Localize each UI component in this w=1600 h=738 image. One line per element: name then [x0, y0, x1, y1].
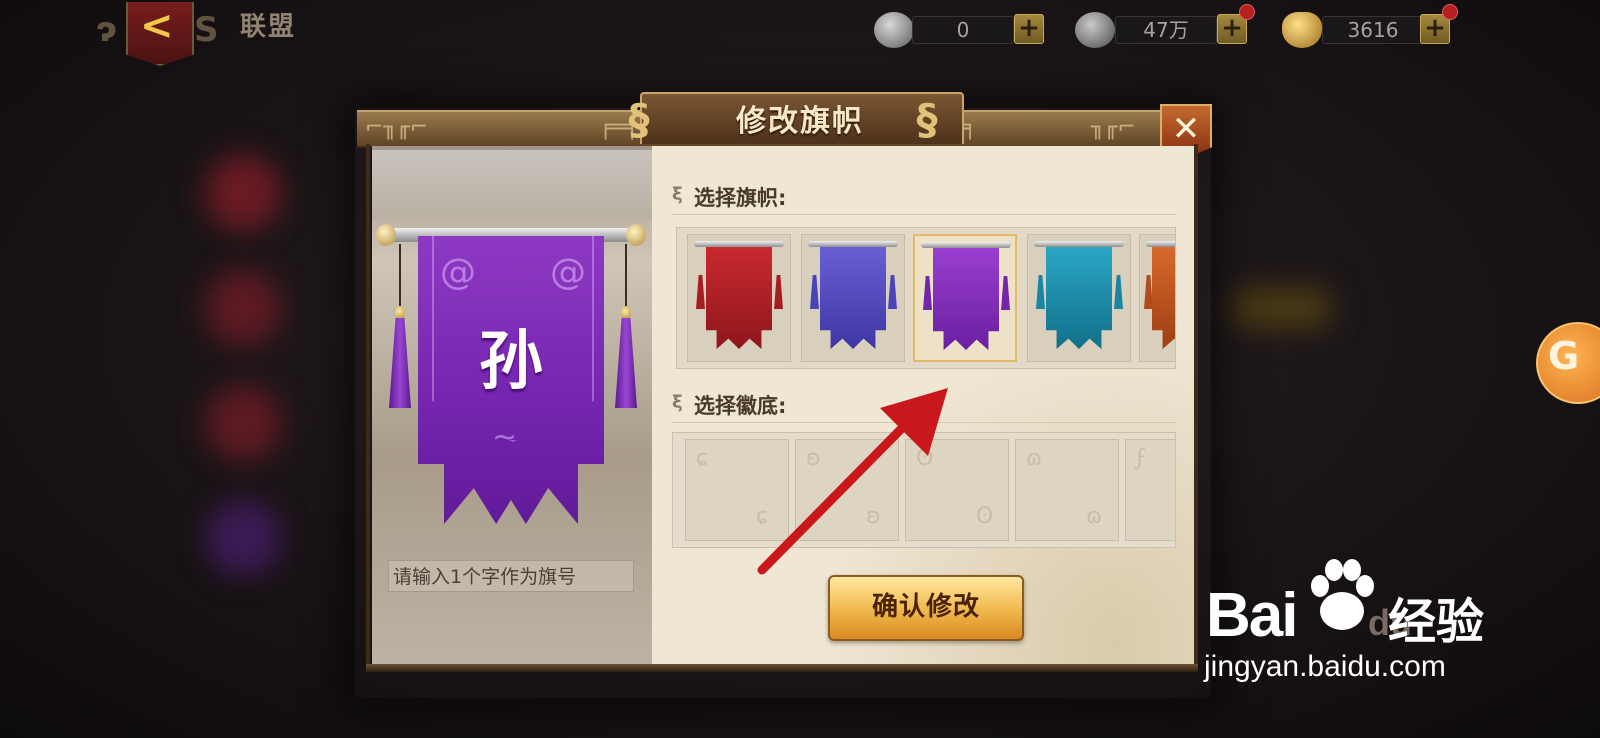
- flag-swatch: [1152, 245, 1175, 349]
- resource-gold: 3616 +: [1282, 4, 1462, 48]
- pole-knob: [626, 224, 646, 246]
- emblem-ornament-icon: ɷ: [1086, 504, 1103, 529]
- scroll-ornament-icon: S: [194, 10, 219, 50]
- gold-ingot-icon: [1282, 12, 1322, 48]
- flag-tassel: [1036, 275, 1045, 309]
- section-swirl-icon: ξ: [672, 392, 683, 413]
- section-swirl-icon: ξ: [672, 184, 683, 205]
- meander-ornament-icon: ╖╓⌐: [1091, 115, 1136, 140]
- blurred-list-icon: [205, 385, 281, 461]
- emblem-option[interactable]: ϝ: [1125, 439, 1175, 541]
- watermark-brand: Bai: [1206, 581, 1298, 650]
- flag-option-blue[interactable]: [801, 234, 905, 362]
- flag-swatch: [933, 246, 999, 350]
- silver-coin-icon: [874, 12, 914, 48]
- banner-character-input[interactable]: 请输入1个字作为旗号: [388, 560, 634, 592]
- flag-options: [676, 227, 1176, 369]
- banner-character: 孙: [479, 325, 543, 399]
- flag-tassel: [696, 275, 705, 309]
- arrow-shaft: [757, 415, 915, 575]
- flag-section-label: 选择旗帜:: [694, 186, 787, 210]
- watermark-url: jingyan.baidu.com: [1204, 650, 1446, 683]
- flag-option-orange[interactable]: [1139, 234, 1175, 362]
- flag-tassel: [810, 275, 819, 309]
- flag-pole: [1034, 241, 1124, 247]
- emblem-ornament-icon: ϝ: [1136, 446, 1147, 471]
- resource-value: 3616: [1322, 16, 1424, 44]
- blurred-button: [1230, 288, 1330, 328]
- meander-ornament-icon: ⌐╖╓⌐: [365, 115, 429, 140]
- blurred-list-icon: [205, 155, 281, 231]
- flag-tassel: [1001, 276, 1010, 310]
- add-silver-button[interactable]: +: [1014, 14, 1044, 44]
- resource-silver: 0 +: [874, 12, 1044, 48]
- cloud-swirl-icon: ~: [492, 420, 518, 455]
- dialog-frame-bottom: [366, 664, 1198, 672]
- flag-pole: [694, 241, 784, 247]
- resource-value: 0: [912, 16, 1014, 44]
- tassel-string: [625, 244, 627, 308]
- flag-tassel: [774, 275, 783, 309]
- scroll-ornament-icon: ɂ: [96, 10, 117, 50]
- page-title: 联盟: [240, 12, 297, 42]
- resource-value: 47万: [1115, 16, 1217, 44]
- flag-swatch: [1046, 245, 1112, 349]
- notification-dot: [1239, 4, 1255, 20]
- tassel-string: [399, 244, 401, 308]
- close-icon[interactable]: ✕: [1172, 109, 1201, 149]
- resource-copper: 47万 +: [1075, 4, 1255, 48]
- flag-option-teal[interactable]: [1027, 234, 1131, 362]
- back-arrow-icon[interactable]: <: [140, 6, 180, 46]
- copper-coins-icon: [1075, 12, 1115, 48]
- watermark-jingyan: 经验: [1388, 594, 1485, 650]
- flag-tassel: [1144, 275, 1153, 309]
- dialog-title: 修改旗帜: [736, 104, 864, 139]
- confirm-button[interactable]: 确认修改: [828, 575, 1024, 641]
- emblem-ornament-icon: ɷ: [1026, 446, 1043, 471]
- cloud-swirl-icon: @: [440, 252, 476, 293]
- blurred-list-icon: [205, 270, 281, 346]
- tassel-bead: [395, 306, 405, 320]
- flag-pole: [1146, 241, 1175, 247]
- flag-tassel: [1114, 275, 1123, 309]
- notification-dot: [1442, 4, 1458, 20]
- flag-tassel: [923, 276, 932, 310]
- tassel-bead: [621, 306, 631, 320]
- red-arrow-annotation: [757, 388, 948, 575]
- section-divider: [672, 214, 1176, 215]
- emblem-ornament-icon: ʘ: [976, 504, 994, 529]
- pole-knob: [376, 224, 396, 246]
- flag-pole: [921, 242, 1011, 248]
- flag-option-purple[interactable]: [913, 234, 1017, 362]
- flag-swatch: [706, 245, 772, 349]
- flag-swatch: [820, 245, 886, 349]
- emblem-ornament-icon: ɕ: [696, 446, 709, 471]
- flag-option-red[interactable]: [687, 234, 791, 362]
- flag-pole: [808, 241, 898, 247]
- blurred-list-icon: [205, 500, 281, 576]
- event-icon: G: [1548, 334, 1580, 378]
- cloud-swirl-icon: @: [550, 252, 586, 293]
- back-button[interactable]: ɂ < S: [96, 2, 228, 72]
- flag-tassel: [888, 275, 897, 309]
- emblem-option[interactable]: ɷ ɷ: [1015, 439, 1119, 541]
